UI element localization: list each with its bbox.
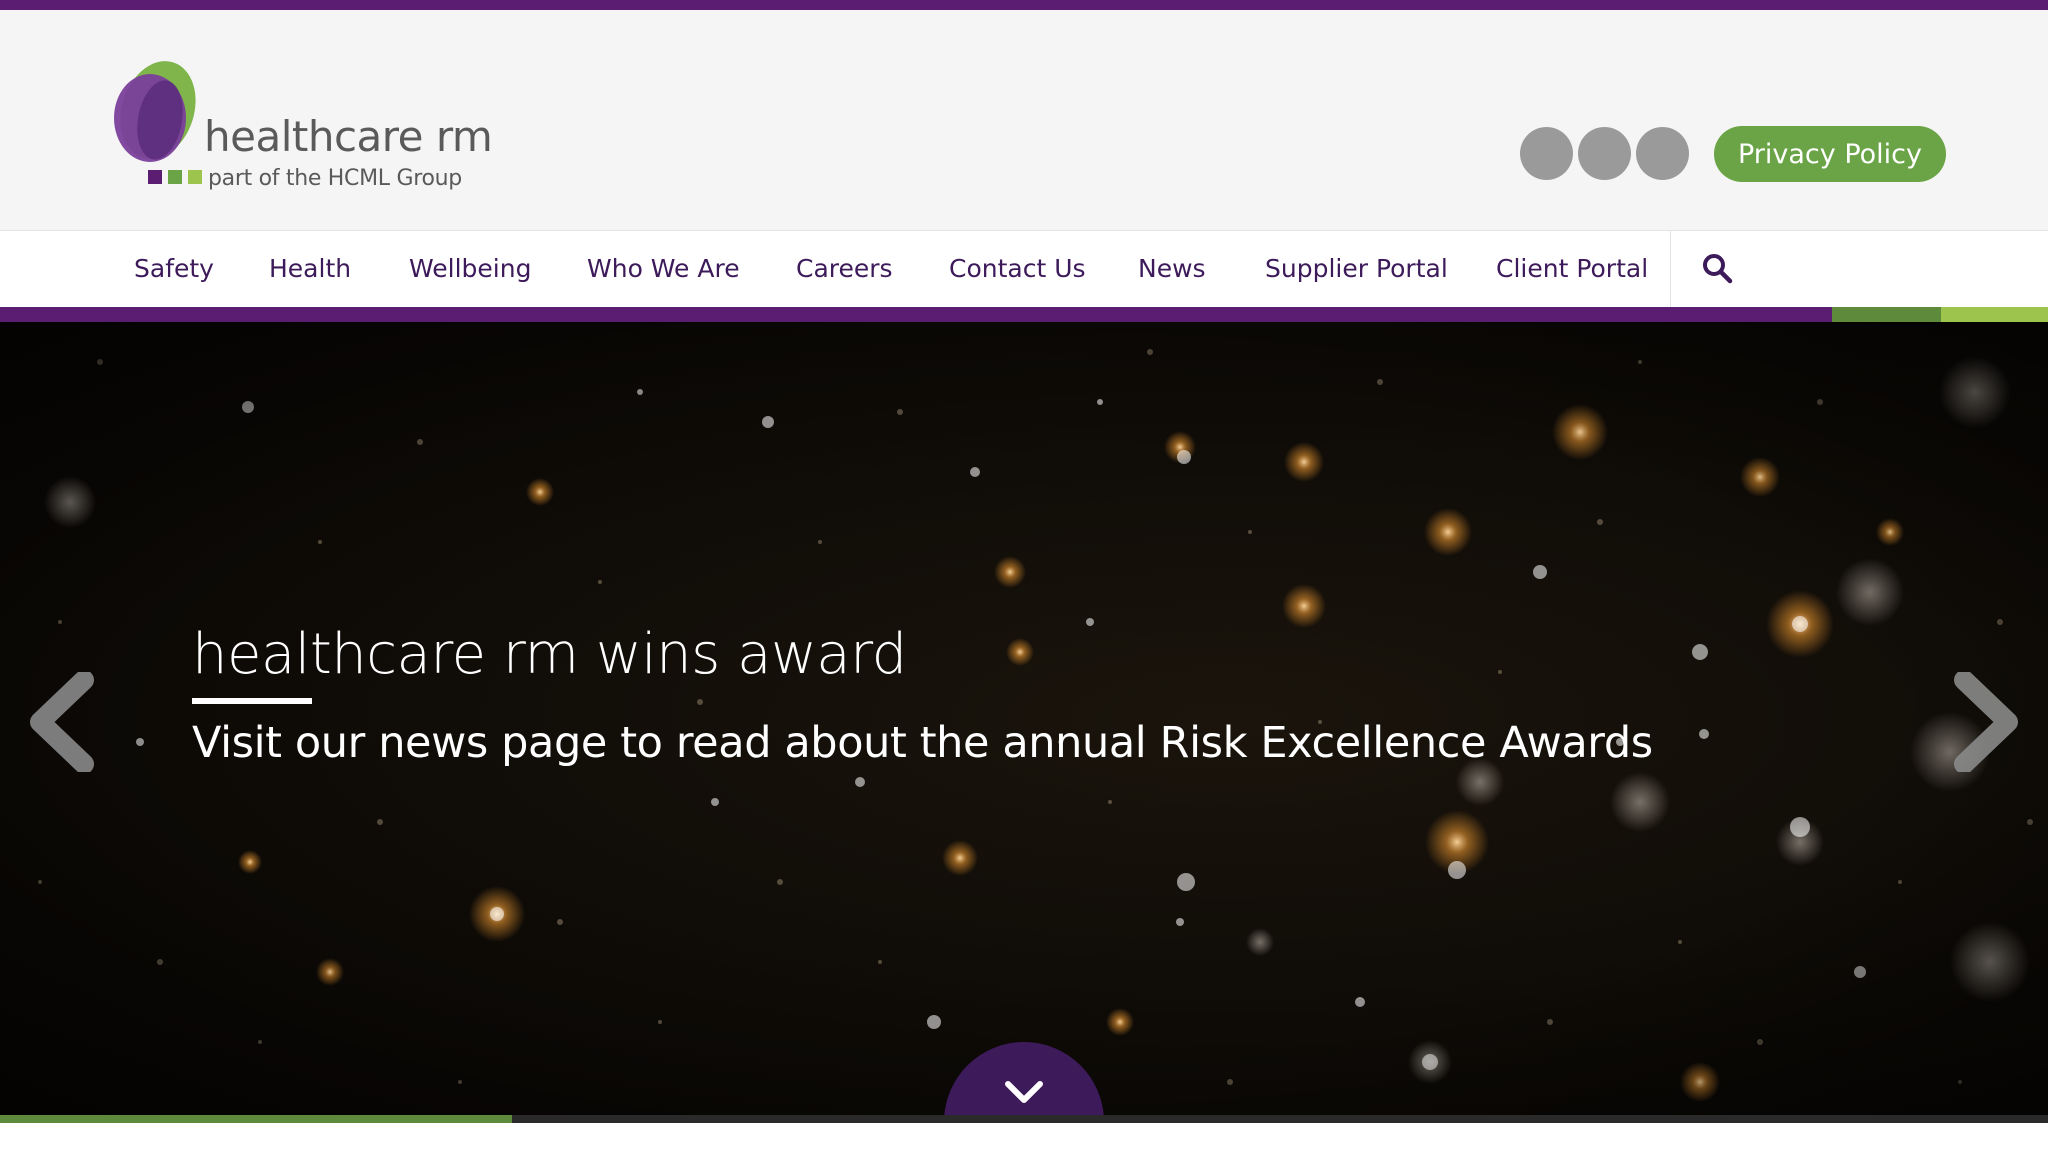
- nav-item-who-we-are[interactable]: Who We Are: [587, 231, 740, 307]
- main-navigation: Safety Health Wellbeing Who We Are Caree…: [0, 231, 2048, 307]
- site-logo[interactable]: healthcare rm part of the HCML Group: [112, 58, 493, 198]
- hero-slider: healthcare rm wins award Visit our news …: [0, 322, 2048, 1115]
- logo-tagline: part of the HCML Group: [208, 166, 462, 191]
- hero-subtitle[interactable]: Visit our news page to read about the an…: [192, 718, 1653, 768]
- accent-bar-lime: [1941, 307, 2048, 322]
- logo-wordmark: healthcare rm: [204, 112, 493, 161]
- chevron-right-icon[interactable]: [1952, 672, 2022, 772]
- hero-title: healthcare rm wins award: [192, 622, 907, 687]
- logo-leaves-icon: [114, 61, 196, 162]
- site-header: healthcare rm part of the HCML Group Pri…: [0, 10, 2048, 231]
- social-icon-3[interactable]: [1636, 127, 1689, 180]
- hero-title-underline: [192, 698, 312, 704]
- social-icon-2[interactable]: [1578, 127, 1631, 180]
- nav-item-safety[interactable]: Safety: [134, 231, 214, 307]
- page-content-start: [0, 1123, 2048, 1152]
- privacy-policy-button[interactable]: Privacy Policy: [1714, 126, 1946, 182]
- top-brand-strip: [0, 0, 2048, 10]
- slide-progress-fill: [0, 1115, 512, 1123]
- social-icon-1[interactable]: [1520, 127, 1573, 180]
- nav-divider: [1670, 231, 1671, 307]
- nav-item-client-portal[interactable]: Client Portal: [1496, 231, 1648, 307]
- accent-bar-green: [1832, 307, 1941, 322]
- nav-item-contact-us[interactable]: Contact Us: [949, 231, 1086, 307]
- chevron-down-icon: [1005, 1081, 1043, 1103]
- nav-item-careers[interactable]: Careers: [796, 231, 893, 307]
- slide-progress-bar: [0, 1115, 2048, 1123]
- accent-bar-purple: [0, 307, 1832, 322]
- nav-item-health[interactable]: Health: [269, 231, 351, 307]
- chevron-left-icon[interactable]: [26, 672, 96, 772]
- logo-squares-icon: [148, 170, 202, 184]
- nav-item-supplier-portal[interactable]: Supplier Portal: [1265, 231, 1448, 307]
- nav-item-news[interactable]: News: [1138, 231, 1206, 307]
- search-icon[interactable]: [1700, 251, 1736, 287]
- nav-item-wellbeing[interactable]: Wellbeing: [409, 231, 531, 307]
